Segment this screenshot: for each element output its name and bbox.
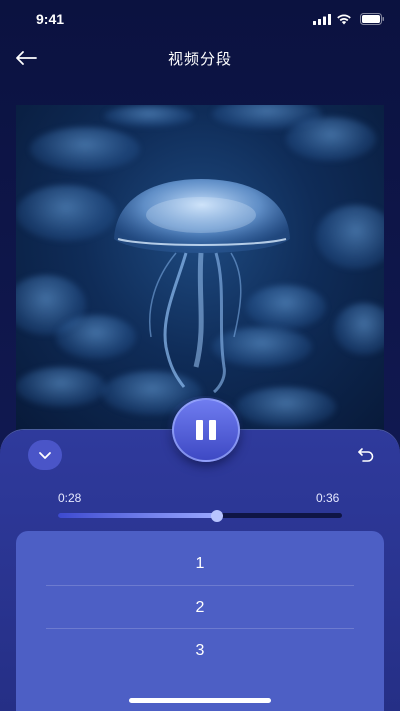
home-indicator[interactable]: [129, 698, 271, 703]
background-jellyfish: [316, 205, 384, 269]
end-time: 0:36: [316, 491, 340, 505]
background-jellyfish: [104, 105, 194, 127]
progress-fill: [58, 513, 218, 518]
segment-item-2[interactable]: 2: [46, 586, 354, 629]
screen: 9:41 视频分段 0:28 0:36 1 2 3: [0, 0, 400, 711]
pause-button[interactable]: [172, 398, 240, 462]
segment-item-3[interactable]: 3: [46, 629, 354, 672]
pause-icon: [196, 420, 216, 440]
collapse-button[interactable]: [28, 440, 62, 470]
undo-button[interactable]: [354, 444, 378, 466]
header: 视频分段: [0, 40, 400, 86]
background-jellyfish: [30, 127, 140, 171]
progress-bar[interactable]: [58, 509, 342, 522]
jellyfish-image: [114, 179, 290, 394]
current-time: 0:28: [58, 491, 82, 505]
progress-thumb[interactable]: [211, 509, 224, 522]
battery-icon: [360, 13, 384, 25]
background-jellyfish: [286, 117, 376, 161]
signal-icon: [313, 14, 331, 25]
status-bar: 9:41: [0, 0, 400, 40]
status-time: 9:41: [36, 11, 65, 27]
segment-list: 1 2 3: [16, 531, 384, 711]
undo-icon: [358, 448, 374, 462]
chevron-down-icon: [39, 452, 51, 459]
wifi-icon: [337, 14, 351, 25]
segment-item-1[interactable]: 1: [46, 542, 354, 585]
video-preview[interactable]: [16, 105, 384, 430]
background-jellyfish: [334, 303, 384, 355]
page-title: 视频分段: [167, 50, 232, 68]
background-jellyfish: [16, 185, 116, 241]
background-jellyfish: [16, 367, 106, 407]
